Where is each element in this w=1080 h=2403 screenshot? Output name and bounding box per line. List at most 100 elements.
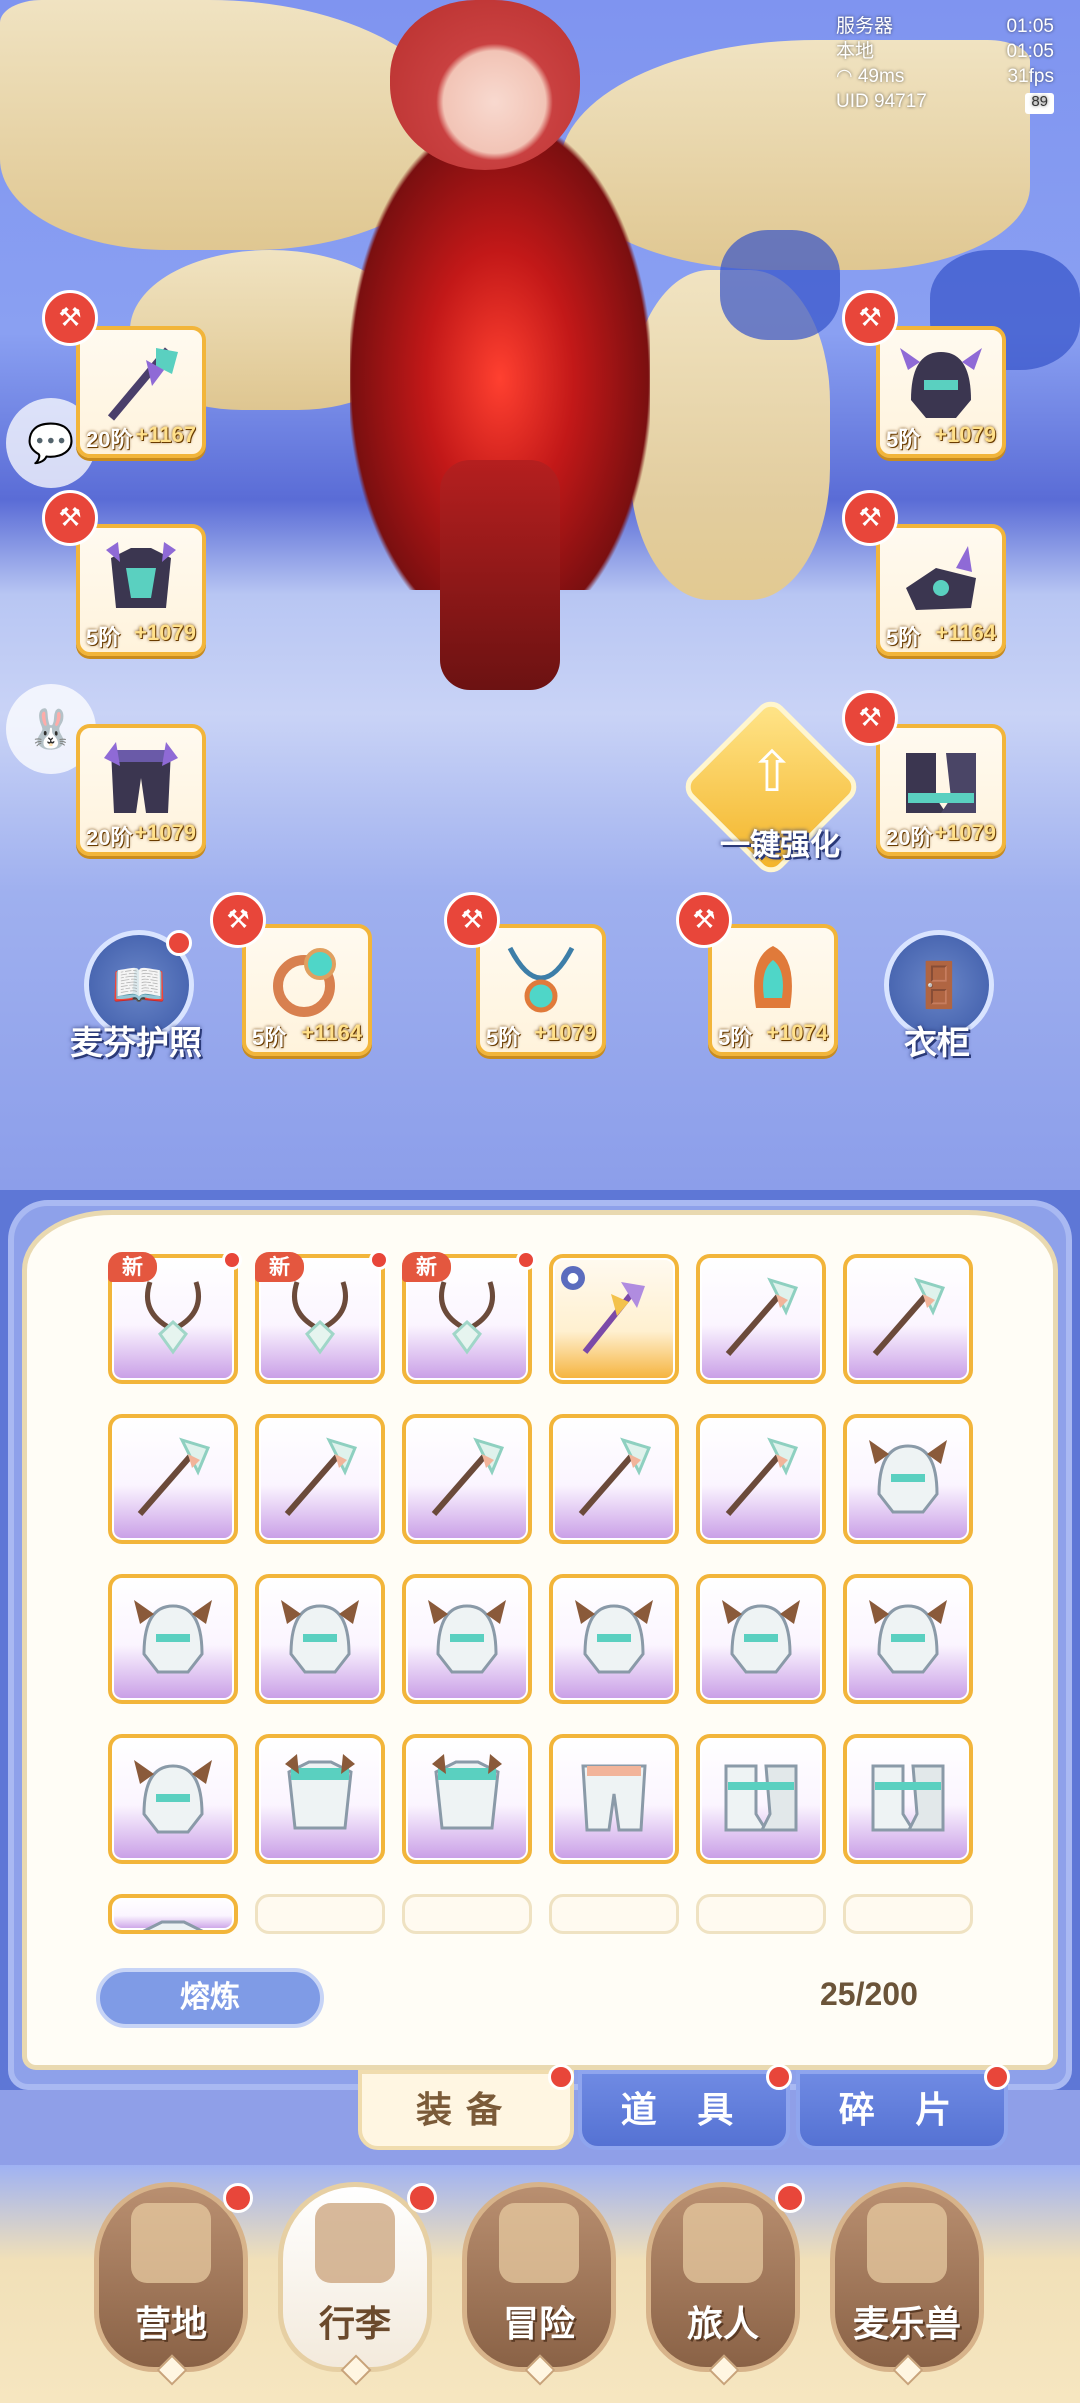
equip-slot-gloves[interactable]: 5阶 +1164 bbox=[876, 524, 1006, 656]
equip-slot-weapon[interactable]: 20阶 +1167 bbox=[76, 326, 206, 458]
inventory-empty-slot bbox=[843, 1894, 973, 1934]
helmet-icon bbox=[428, 1600, 506, 1674]
inventory-item[interactable] bbox=[843, 1254, 973, 1384]
inventory-item[interactable] bbox=[696, 1734, 826, 1864]
helmet-icon bbox=[869, 1600, 947, 1674]
new-badge: 新 bbox=[402, 1252, 451, 1282]
equip-slot-helmet[interactable]: 5阶 +1079 bbox=[876, 326, 1006, 458]
chest-armor-icon bbox=[106, 542, 176, 608]
inventory-item[interactable]: ● bbox=[549, 1254, 679, 1384]
inventory-item[interactable] bbox=[255, 1574, 385, 1704]
inventory-empty-slot bbox=[549, 1894, 679, 1934]
inventory-item[interactable] bbox=[843, 1414, 973, 1544]
helmet-icon bbox=[281, 1600, 359, 1674]
equip-slot-boots[interactable]: 20阶 +1079 bbox=[876, 724, 1006, 856]
equip-slot-necklace[interactable]: 5阶 +1079 bbox=[476, 924, 606, 1056]
staff-icon bbox=[725, 1437, 799, 1516]
pet-face-icon: 🐰 bbox=[27, 706, 75, 751]
inventory-item[interactable] bbox=[696, 1574, 826, 1704]
inventory-item[interactable]: 新 bbox=[402, 1250, 536, 1384]
boots-icon bbox=[724, 1764, 798, 1832]
forge-hammer-icon[interactable]: ⚒ bbox=[842, 690, 898, 746]
tab-badge bbox=[548, 2064, 574, 2090]
level-label: +1074 bbox=[766, 1020, 828, 1045]
helmet-icon bbox=[134, 1760, 212, 1834]
strengthen-label: 一键强化 bbox=[720, 828, 840, 863]
inventory-item[interactable] bbox=[549, 1574, 679, 1704]
gauntlet-icon bbox=[906, 546, 976, 610]
level-label: +1167 bbox=[135, 422, 196, 447]
tab-items[interactable]: 道 具 bbox=[578, 2070, 790, 2150]
level-label: +1079 bbox=[934, 422, 996, 447]
chest-armor-icon bbox=[432, 1754, 502, 1830]
nav-label: 麦乐兽 bbox=[852, 2304, 961, 2345]
inventory-item[interactable] bbox=[255, 1734, 385, 1864]
level-label: +1079 bbox=[134, 620, 196, 645]
forge-hammer-icon[interactable]: ⚒ bbox=[842, 490, 898, 546]
inventory-item[interactable]: 新 bbox=[108, 1250, 242, 1384]
forge-hammer-icon[interactable]: ⚒ bbox=[842, 290, 898, 346]
inventory-item[interactable] bbox=[402, 1574, 532, 1704]
character-legs bbox=[440, 460, 560, 690]
fox-pet-icon bbox=[867, 2203, 947, 2283]
inventory-item[interactable] bbox=[402, 1414, 532, 1544]
nav-travelers[interactable]: 旅人 bbox=[646, 2182, 805, 2386]
inventory-item[interactable] bbox=[402, 1734, 532, 1864]
battery-indicator: 89 bbox=[1025, 93, 1054, 114]
nav-label: 冒险 bbox=[502, 2304, 575, 2345]
level-label: +1164 bbox=[935, 620, 996, 645]
local-time: 01:05 bbox=[1006, 41, 1054, 62]
tab-equipment[interactable]: 装备 bbox=[358, 2070, 574, 2150]
nav-label: 营地 bbox=[134, 2304, 207, 2345]
luggage-icon bbox=[315, 2203, 395, 2283]
inventory-item[interactable] bbox=[696, 1414, 826, 1544]
boots-icon bbox=[906, 753, 976, 813]
staff-icon bbox=[284, 1437, 358, 1516]
equip-slot-ring[interactable]: 5阶 +1164 bbox=[242, 924, 372, 1056]
inventory-item[interactable] bbox=[255, 1414, 385, 1544]
tier-label: 20阶 bbox=[86, 427, 133, 452]
inventory-item[interactable] bbox=[696, 1254, 826, 1384]
inventory-item[interactable] bbox=[843, 1574, 973, 1704]
forge-hammer-icon[interactable]: ⚒ bbox=[42, 490, 98, 546]
inventory-item[interactable] bbox=[108, 1894, 238, 1934]
forge-hammer-icon[interactable]: ⚒ bbox=[42, 290, 98, 346]
staff-icon bbox=[431, 1437, 505, 1516]
nav-camp[interactable]: 营地 bbox=[94, 2182, 253, 2386]
inventory-item[interactable] bbox=[549, 1414, 679, 1544]
inventory-item[interactable] bbox=[108, 1574, 238, 1704]
passport-label: 麦芬护照 bbox=[70, 1023, 202, 1062]
staff-icon bbox=[107, 347, 178, 421]
tier-label: 5阶 bbox=[718, 1025, 753, 1050]
nav-badge bbox=[775, 2183, 805, 2213]
tab-badge bbox=[984, 2064, 1010, 2090]
tab-fragments[interactable]: 碎 片 bbox=[796, 2070, 1008, 2150]
inventory-item[interactable]: 新 bbox=[255, 1250, 389, 1384]
nav-pets[interactable]: 麦乐兽 bbox=[830, 2182, 984, 2386]
inventory-item[interactable] bbox=[108, 1734, 238, 1864]
inventory-item[interactable] bbox=[843, 1734, 973, 1864]
charm-icon bbox=[754, 946, 792, 1008]
forge-hammer-icon[interactable]: ⚒ bbox=[444, 892, 500, 948]
item-red-dot bbox=[222, 1250, 242, 1270]
tier-label: 20阶 bbox=[886, 825, 933, 850]
inventory-count: 25/200 bbox=[820, 1976, 918, 2012]
tier-label: 5阶 bbox=[486, 1025, 521, 1050]
nav-luggage[interactable]: 行李 bbox=[278, 2182, 437, 2386]
chat-bubble-icon: 💬 bbox=[27, 420, 75, 465]
equip-slot-chest[interactable]: 5阶 +1079 bbox=[76, 524, 206, 656]
staff-icon bbox=[582, 1282, 645, 1354]
staff-icon bbox=[725, 1277, 799, 1356]
lock-icon: ● bbox=[561, 1266, 585, 1290]
equip-slot-pants[interactable]: 20阶 +1079 bbox=[76, 724, 206, 856]
smelt-button[interactable]: 熔炼 bbox=[96, 1968, 324, 2028]
passport-badge bbox=[166, 930, 192, 956]
item-red-dot bbox=[516, 1250, 536, 1270]
nav-adventure[interactable]: 冒险 bbox=[462, 2182, 616, 2386]
equip-slot-charm[interactable]: 5阶 +1074 bbox=[708, 924, 838, 1056]
forge-hammer-icon[interactable]: ⚒ bbox=[210, 892, 266, 948]
forge-hammer-icon[interactable]: ⚒ bbox=[676, 892, 732, 948]
inventory-item[interactable] bbox=[549, 1734, 679, 1864]
inventory-item[interactable] bbox=[108, 1414, 238, 1544]
tier-label: 5阶 bbox=[252, 1025, 287, 1050]
